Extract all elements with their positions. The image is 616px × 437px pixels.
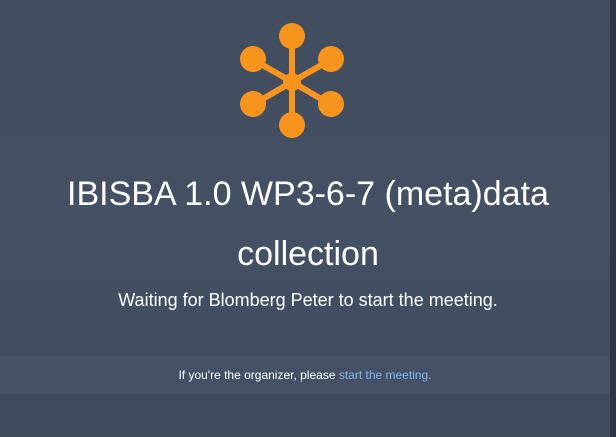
window-edge [610,0,616,437]
meeting-title-line-2: collection [237,235,379,273]
hub-network-icon [240,23,344,138]
meeting-title: IBISBA 1.0 WP3-6-7 (meta)data collection [0,164,616,284]
organizer-prompt-text: If you're the organizer, please [178,368,339,382]
meeting-waiting-page: IBISBA 1.0 WP3-6-7 (meta)data collection… [0,0,616,437]
organizer-prompt-bar: If you're the organizer, please start th… [0,356,610,394]
waiting-status-message: Waiting for Blomberg Peter to start the … [118,290,498,310]
start-meeting-link[interactable]: start the meeting. [339,368,432,382]
meeting-title-line-1: IBISBA 1.0 WP3-6-7 (meta)data [67,175,549,213]
